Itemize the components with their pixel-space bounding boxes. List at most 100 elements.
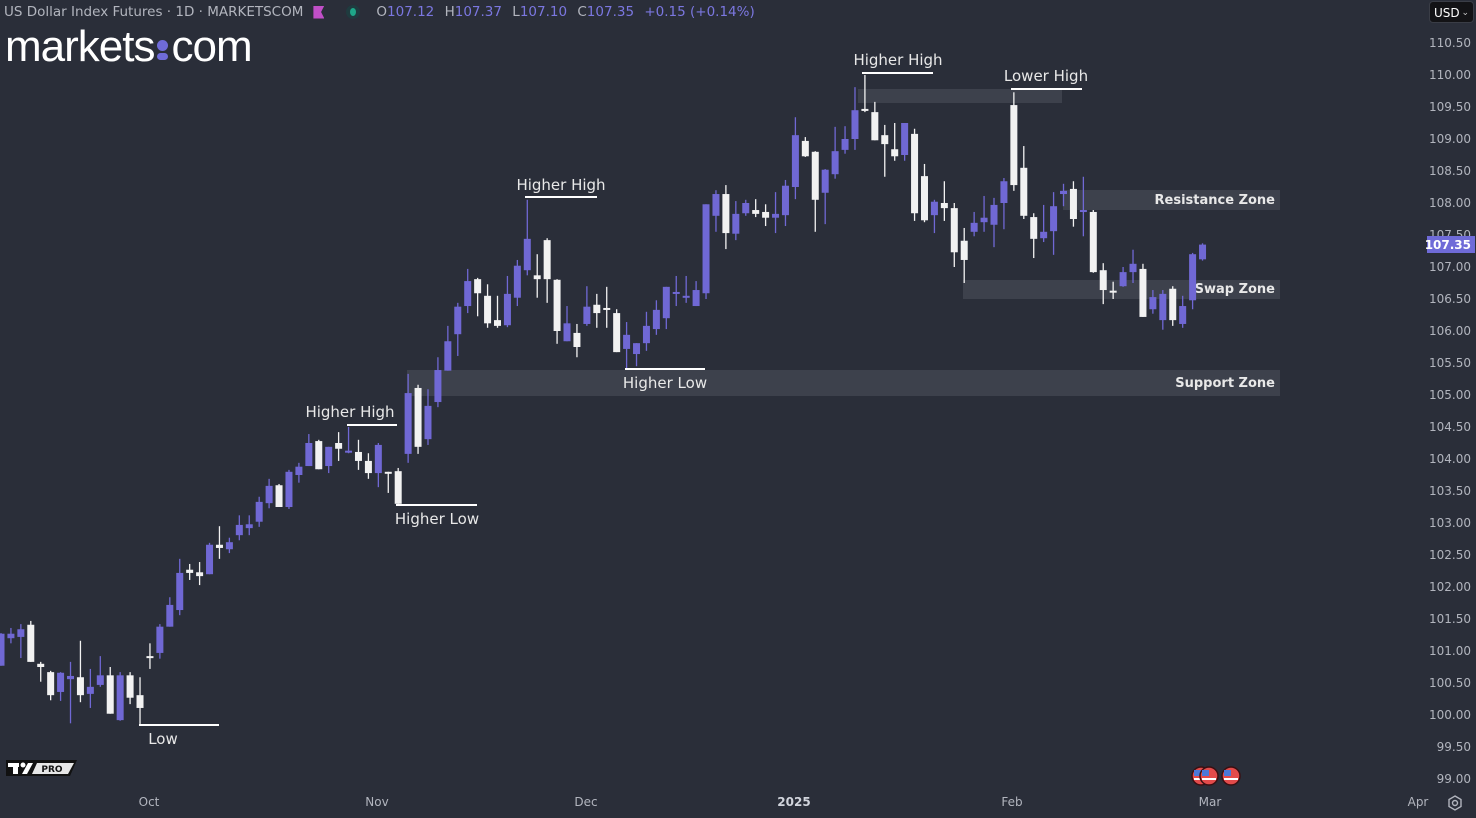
- candle: [623, 322, 631, 369]
- candle: [831, 126, 839, 179]
- higher-high-label-oct: Higher High: [305, 403, 394, 421]
- candle-body: [662, 286, 670, 319]
- candle: [394, 467, 402, 504]
- candle-body: [394, 471, 402, 504]
- zones-layer: Resistance Zone Swap Zone Support Zone: [407, 89, 1280, 396]
- economic-events[interactable]: [1190, 765, 1250, 787]
- status-dot-icon: [346, 5, 361, 19]
- candle-body: [970, 222, 978, 232]
- candle-body: [930, 201, 938, 216]
- x-tick-label: Dec: [574, 795, 597, 809]
- y-tick-label: 100.50: [1429, 676, 1471, 690]
- us-flag-event-icon[interactable]: [1199, 766, 1219, 786]
- candle-body: [533, 275, 541, 280]
- symbol-header: US Dollar Index Futures · 1D · MARKETSCO…: [4, 4, 761, 20]
- candle: [1159, 290, 1167, 330]
- symbol-title[interactable]: US Dollar Index Futures · 1D · MARKETSCO…: [4, 4, 303, 20]
- candle: [454, 302, 462, 356]
- candle-body: [692, 290, 700, 307]
- candle: [1089, 210, 1097, 273]
- candle: [1030, 213, 1038, 259]
- candle-body: [772, 213, 780, 218]
- candle: [523, 199, 531, 276]
- candle-body: [474, 279, 482, 294]
- candle-body: [166, 604, 174, 627]
- candle-body: [911, 133, 919, 214]
- higher-high-label-nov: Higher High: [516, 176, 605, 194]
- candle-body: [791, 135, 799, 187]
- candle: [553, 279, 561, 344]
- candle: [434, 357, 442, 408]
- candle-body: [1030, 217, 1038, 239]
- currency-selector[interactable]: USD ⌄: [1429, 1, 1474, 23]
- candle-body: [1020, 167, 1028, 216]
- candle: [970, 211, 978, 237]
- tradingview-logo-icon[interactable]: PRO: [4, 759, 78, 777]
- candle: [235, 515, 243, 541]
- candle: [295, 462, 303, 483]
- candle: [484, 284, 492, 328]
- candle: [464, 268, 472, 314]
- candle: [1020, 146, 1028, 219]
- candle: [325, 446, 333, 474]
- logo-dots-icon: [157, 39, 169, 61]
- candle: [633, 343, 641, 367]
- candle: [126, 672, 134, 705]
- y-tick-label: 109.50: [1429, 100, 1471, 114]
- candle-body: [454, 306, 462, 335]
- candle: [573, 323, 581, 358]
- y-tick-label: 103.50: [1429, 484, 1471, 498]
- candle-body: [523, 238, 531, 271]
- y-tick-label: 108.00: [1429, 196, 1471, 210]
- candle: [1179, 295, 1187, 328]
- y-tick-label: 106.00: [1429, 324, 1471, 338]
- candle-body: [891, 149, 899, 157]
- swap-zone-label: Swap Zone: [1195, 282, 1276, 297]
- candle: [225, 537, 233, 554]
- price-axis[interactable]: 110.50 110.00 109.50 109.00 108.50 108.00 107.…: [1429, 36, 1471, 786]
- candle: [265, 478, 273, 509]
- candle: [17, 624, 25, 659]
- price-chart[interactable]: Resistance Zone Swap Zone Support Zone L…: [0, 0, 1476, 818]
- candle: [930, 199, 938, 234]
- candle-body: [712, 194, 720, 216]
- candle: [791, 117, 799, 200]
- candle-body: [1189, 254, 1197, 301]
- y-tick-label: 103.00: [1429, 516, 1471, 530]
- y-tick-label: 109.00: [1429, 132, 1471, 146]
- candle: [652, 300, 660, 335]
- candle: [67, 661, 75, 724]
- candle-body: [950, 208, 958, 253]
- candle: [285, 469, 293, 509]
- candle: [76, 640, 84, 703]
- candle: [1119, 267, 1127, 287]
- candle: [1199, 243, 1207, 261]
- y-tick-label: 110.00: [1429, 68, 1471, 82]
- x-tick-label: Mar: [1199, 795, 1222, 809]
- candle-body: [752, 210, 760, 214]
- change-value: +0.15 (+0.14%): [644, 4, 755, 20]
- candle-body: [742, 203, 750, 214]
- gear-icon[interactable]: [1446, 794, 1464, 812]
- candle: [156, 624, 164, 659]
- low-value: 107.10: [519, 4, 568, 20]
- candle: [47, 670, 55, 701]
- candle-body: [1060, 190, 1068, 195]
- candle-body: [1089, 211, 1097, 273]
- candle: [1010, 92, 1018, 191]
- us-flag-event-icon[interactable]: [1221, 766, 1241, 786]
- candle-body: [414, 387, 422, 447]
- candle: [1040, 204, 1048, 243]
- candle-body: [364, 460, 372, 474]
- candle-body: [831, 151, 839, 175]
- support-zone-label: Support Zone: [1175, 376, 1275, 391]
- flag-icon[interactable]: [313, 5, 325, 19]
- candle-body: [37, 663, 45, 667]
- candle-body: [633, 343, 641, 355]
- time-axis[interactable]: Oct Nov Dec 2025 Feb Mar Apr: [139, 795, 1429, 809]
- y-tick-label: 108.50: [1429, 164, 1471, 178]
- candle-body: [603, 307, 611, 310]
- high-label: H: [444, 4, 455, 20]
- candle: [1169, 286, 1177, 326]
- candle-body: [1169, 288, 1177, 321]
